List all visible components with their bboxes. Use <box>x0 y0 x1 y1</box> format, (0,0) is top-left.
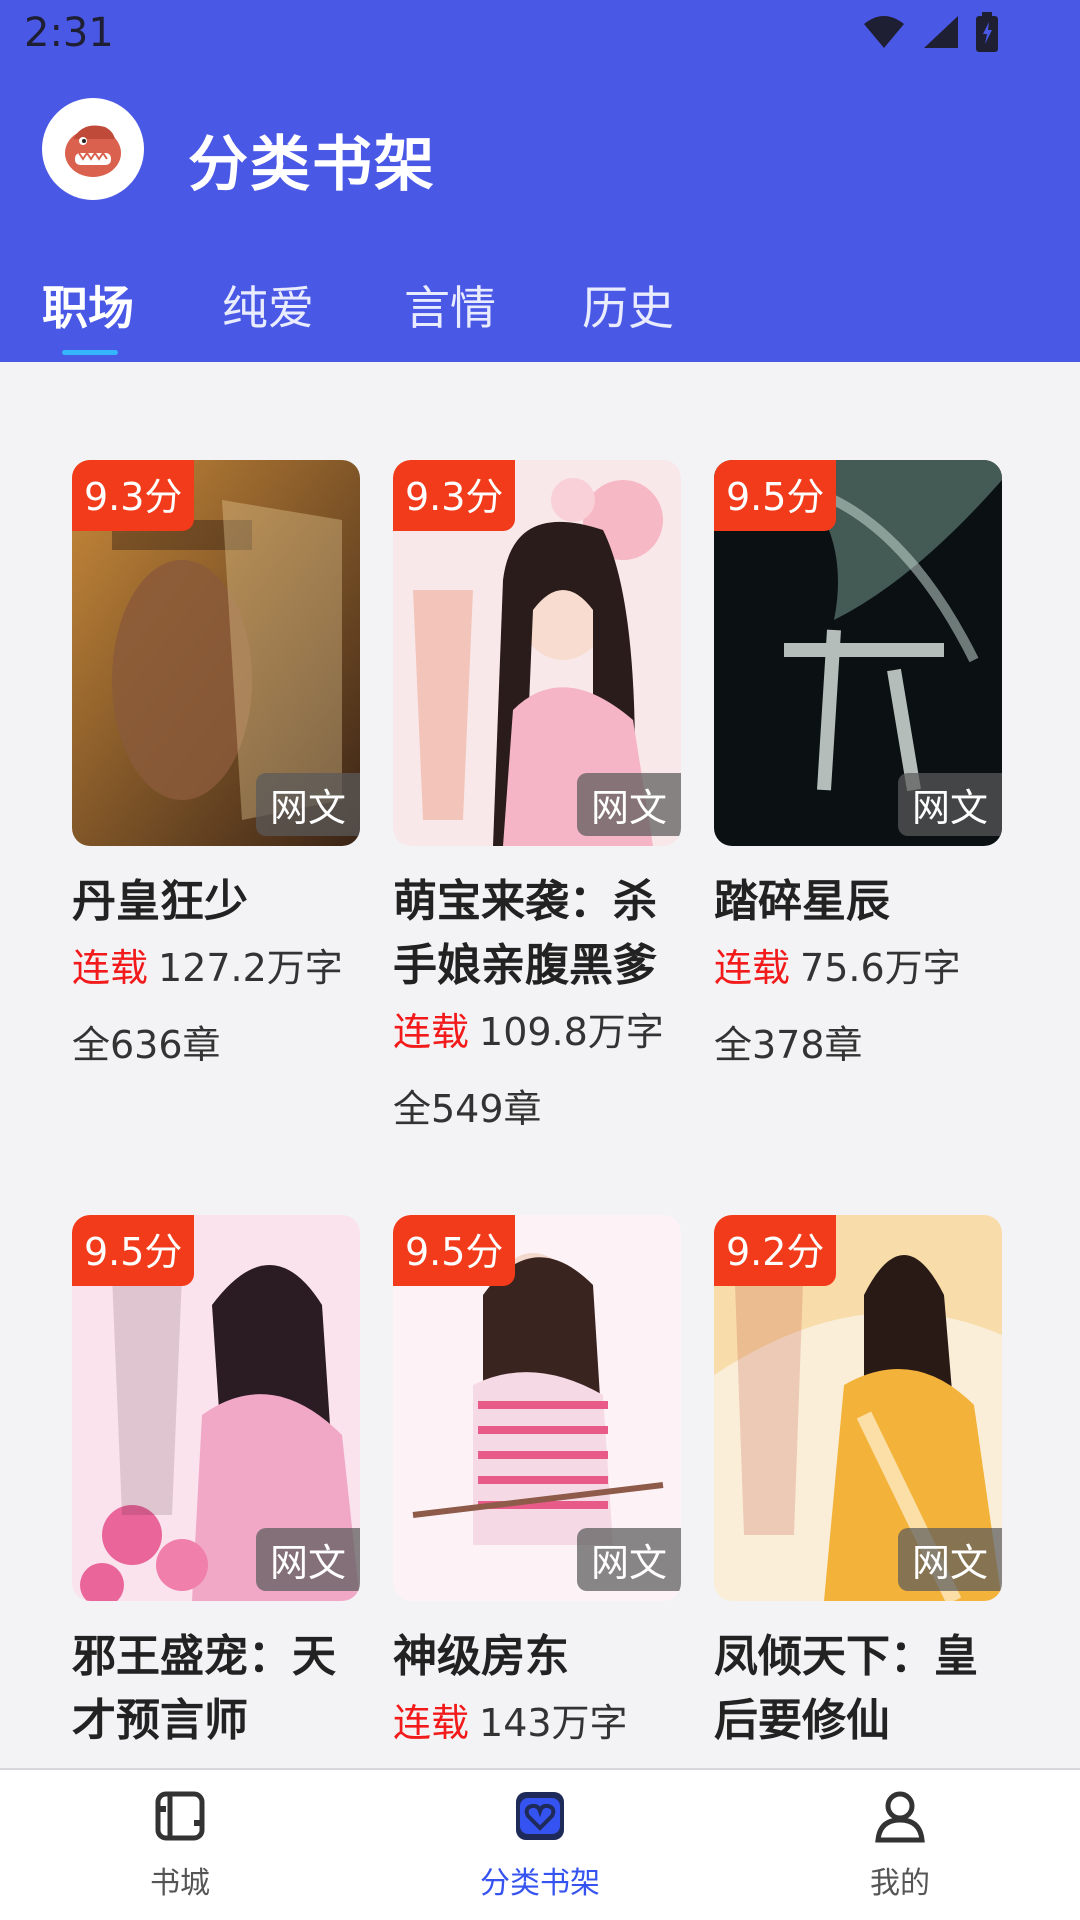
book-title[interactable]: 丹皇狂少 <box>72 870 362 934</box>
app-logo[interactable] <box>42 98 144 200</box>
tab-chunai[interactable]: 纯爱 <box>222 272 314 338</box>
nav-profile[interactable]: 我的 <box>780 1788 1020 1902</box>
book-card[interactable]: 9.5分 网文 踏碎星辰 连载 75.6万字 全378章 <box>714 460 1004 1069</box>
book-title[interactable]: 凤倾天下：皇后要修仙 <box>714 1625 1004 1753</box>
tab-yanqing[interactable]: 言情 <box>404 272 496 338</box>
book-cover[interactable]: 9.2分 网文 <box>714 1215 1002 1601</box>
genre-tag: 网文 <box>576 773 681 836</box>
wifi-icon <box>862 14 906 54</box>
tab-zhichang[interactable]: 职场 <box>42 272 134 338</box>
nav-label: 我的 <box>870 1866 930 1901</box>
score-badge: 9.3分 <box>393 460 516 531</box>
user-icon <box>872 1791 928 1848</box>
word-count: 143万字 <box>479 1701 628 1745</box>
nav-label: 分类书架 <box>480 1866 600 1901</box>
score-badge: 9.5分 <box>714 460 837 531</box>
page-title: 分类书架 <box>188 130 436 200</box>
book-cover[interactable]: 9.5分 网文 <box>714 460 1002 846</box>
chapter-count: 全378章 <box>714 1023 863 1067</box>
genre-tag: 网文 <box>897 1528 1002 1591</box>
heart-bookshelf-icon <box>512 1792 568 1848</box>
book-card[interactable]: 9.2分 网文 凤倾天下：皇后要修仙 <box>714 1215 1004 1753</box>
serial-status: 连载 <box>714 946 791 990</box>
book-card[interactable]: 9.5分 网文 邪王盛宠：天才预言师 <box>72 1215 362 1753</box>
tab-lishi[interactable]: 历史 <box>582 272 674 338</box>
genre-tag: 网文 <box>897 773 1002 836</box>
score-badge: 9.2分 <box>714 1215 837 1286</box>
book-store-icon <box>152 1791 208 1848</box>
chapter-count: 全636章 <box>72 1023 221 1067</box>
book-meta: 连载 127.2万字 <box>72 936 362 1000</box>
book-meta: 连载 143万字 <box>393 1691 683 1755</box>
word-count: 109.8万字 <box>479 1010 664 1054</box>
book-card[interactable]: 9.3分 网文 萌宝来袭：杀手娘亲腹黑爹 连载 109.8万字 全549章 <box>393 460 683 1133</box>
serial-status: 连载 <box>72 946 149 990</box>
score-badge: 9.5分 <box>393 1215 516 1286</box>
book-cover[interactable]: 9.5分 网文 <box>393 1215 681 1601</box>
serial-status: 连载 <box>393 1701 470 1745</box>
book-meta: 连载 75.6万字 <box>714 936 1004 1000</box>
bottom-navigation: 书城 分类书架 我的 <box>0 1768 1080 1920</box>
score-badge: 9.5分 <box>72 1215 195 1286</box>
dinosaur-logo-icon <box>65 125 121 177</box>
nav-label: 书城 <box>150 1866 210 1901</box>
book-title[interactable]: 踏碎星辰 <box>714 870 1004 934</box>
category-tabs: 职场 纯爱 言情 历史 <box>0 262 1080 362</box>
app-header: 2:31 分类书架 职场 纯爱 言情 历史 <box>0 0 1080 362</box>
book-card[interactable]: 9.5分 网文 神级房东 连载 143万字 <box>393 1215 683 1755</box>
book-cover[interactable]: 9.3分 网文 <box>72 460 360 846</box>
book-title[interactable]: 邪王盛宠：天才预言师 <box>72 1625 362 1753</box>
genre-tag: 网文 <box>255 1528 360 1591</box>
status-time: 2:31 <box>24 10 114 56</box>
status-icons <box>862 12 1000 56</box>
book-cover[interactable]: 9.5分 网文 <box>72 1215 360 1601</box>
score-badge: 9.3分 <box>72 460 195 531</box>
serial-status: 连载 <box>393 1010 470 1054</box>
book-card[interactable]: 9.3分 网文 丹皇狂少 连载 127.2万字 全636章 <box>72 460 362 1069</box>
signal-icon <box>920 14 960 54</box>
battery-icon <box>974 12 1000 56</box>
genre-tag: 网文 <box>576 1528 681 1591</box>
genre-tag: 网文 <box>255 773 360 836</box>
word-count: 75.6万字 <box>800 946 961 990</box>
nav-book-store[interactable]: 书城 <box>60 1788 300 1902</box>
book-title[interactable]: 神级房东 <box>393 1625 683 1689</box>
book-cover[interactable]: 9.3分 网文 <box>393 460 681 846</box>
word-count: 127.2万字 <box>158 946 343 990</box>
chapter-count: 全549章 <box>393 1087 542 1131</box>
book-meta: 连载 109.8万字 <box>393 1000 683 1064</box>
tab-indicator <box>62 350 118 355</box>
book-title[interactable]: 萌宝来袭：杀手娘亲腹黑爹 <box>393 870 683 998</box>
nav-category-shelf[interactable]: 分类书架 <box>420 1788 660 1902</box>
